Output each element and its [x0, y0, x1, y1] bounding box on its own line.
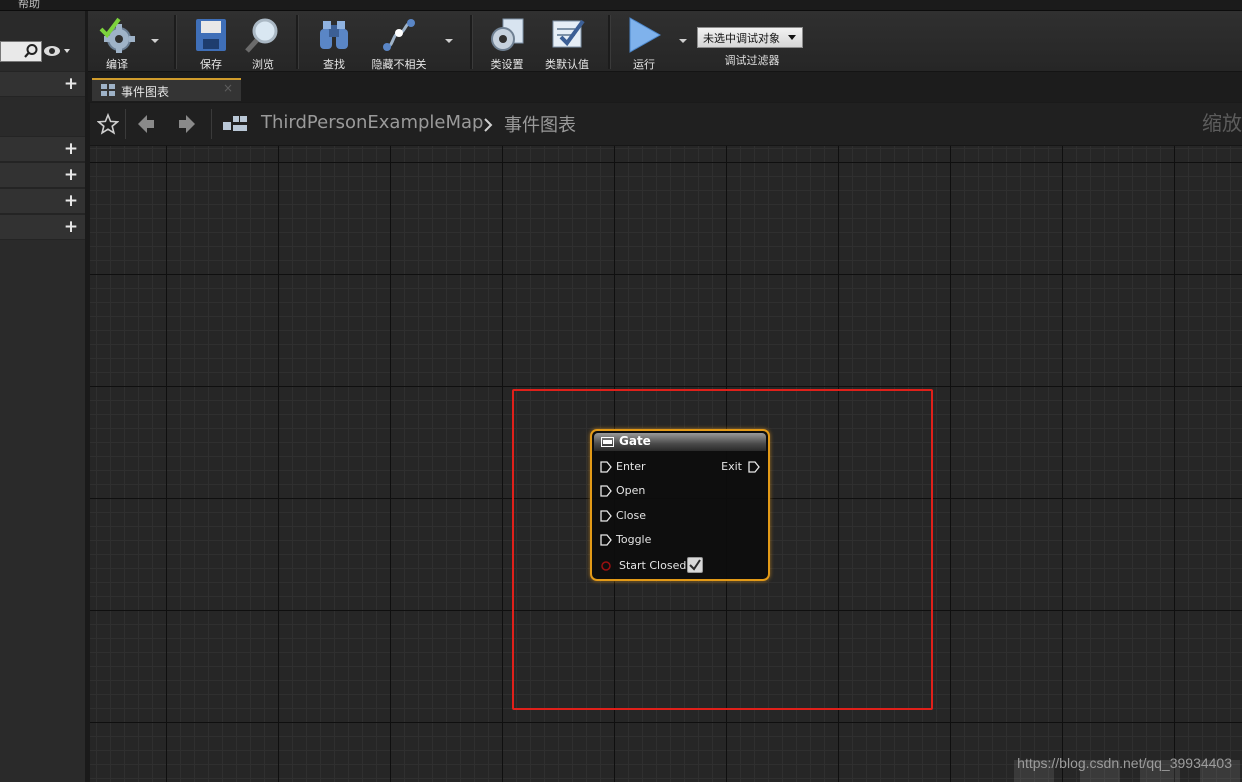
- add-icon[interactable]: +: [63, 167, 79, 184]
- toolbar-separator: [470, 15, 473, 69]
- my-blueprint-panel: + + + + +: [0, 11, 88, 782]
- document-tab-strip: 事件图表 ×: [88, 72, 1242, 102]
- pin-label: Open: [616, 484, 646, 497]
- find-binoculars-icon: [320, 21, 348, 49]
- node-title: Gate: [619, 434, 651, 448]
- pin-label: Close: [616, 509, 646, 522]
- toolbar-separator: [174, 15, 177, 69]
- search-input[interactable]: [0, 41, 42, 62]
- save-disk-icon: [196, 19, 226, 51]
- chevron-down-icon[interactable]: [678, 37, 688, 45]
- event-graph-icon: [223, 116, 247, 131]
- debug-object-value: 未选中调试对象: [703, 32, 780, 45]
- menu-item-help[interactable]: 帮助: [18, 0, 40, 10]
- add-icon[interactable]: +: [63, 219, 79, 236]
- pin-row-start-closed: Start Closed: [592, 557, 768, 574]
- watermark-url: https://blog.csdn.net/qq_39934403: [1017, 755, 1232, 771]
- add-icon[interactable]: +: [63, 76, 79, 93]
- pin-row-enter: Enter Exit: [592, 459, 768, 475]
- section-row-dispatchers: +: [0, 214, 85, 240]
- toolbar-separator: [608, 15, 611, 69]
- run-button[interactable]: 运行: [620, 13, 668, 71]
- compile-gear-check-icon: [99, 17, 135, 53]
- back-arrow-icon[interactable]: [136, 113, 156, 135]
- pin-label: Toggle: [616, 533, 652, 546]
- exec-pin-icon[interactable]: [600, 485, 612, 497]
- close-icon[interactable]: ×: [223, 81, 233, 95]
- zoom-level-label: 缩放: [1202, 111, 1242, 135]
- breadcrumb-map[interactable]: ThirdPersonExampleMap: [261, 112, 483, 133]
- exec-pin-icon[interactable]: [600, 510, 612, 522]
- class-defaults-button[interactable]: 类默认值: [538, 13, 596, 71]
- start-closed-checkbox[interactable]: [687, 557, 703, 573]
- toolbar-separator: [296, 15, 299, 69]
- chevron-down-icon: [788, 35, 796, 40]
- section-row-macros: +: [0, 162, 85, 188]
- star-icon[interactable]: [97, 113, 119, 135]
- hide-unrelated-graph-icon: [383, 19, 415, 51]
- tab-label: 事件图表: [121, 85, 170, 99]
- exec-pin-icon[interactable]: [600, 461, 612, 473]
- graph-canvas[interactable]: Gate Enter Exit Open Close Toggle Start …: [90, 146, 1242, 782]
- node-header[interactable]: Gate: [594, 433, 766, 451]
- compile-button[interactable]: 编译: [92, 13, 142, 71]
- class-settings-gear-icon: [491, 18, 524, 51]
- forward-arrow-icon[interactable]: [177, 113, 197, 135]
- toolbar: 编译 保存 浏览 查找 隐藏不相关 类设置 类默认值 运行 未选中调试对象 调试…: [88, 11, 1242, 72]
- checkmark-icon: [689, 559, 701, 571]
- section-row-functions: +: [0, 136, 85, 162]
- chevron-down-icon[interactable]: [150, 37, 160, 45]
- section-row-graphs: +: [0, 71, 85, 97]
- separator: [211, 109, 212, 139]
- play-icon: [629, 17, 662, 53]
- save-button[interactable]: 保存: [187, 13, 235, 71]
- eye-visibility-icon[interactable]: [43, 44, 71, 58]
- find-button[interactable]: 查找: [310, 13, 358, 71]
- class-settings-button[interactable]: 类设置: [482, 13, 532, 71]
- pin-label: Exit: [721, 460, 742, 473]
- pin-label: Enter: [616, 460, 646, 473]
- tab-event-graph[interactable]: 事件图表 ×: [92, 78, 241, 101]
- separator: [125, 109, 126, 139]
- class-defaults-checklist-icon: [552, 19, 585, 48]
- pin-row-toggle: Toggle: [592, 532, 768, 548]
- debug-object-select[interactable]: 未选中调试对象: [697, 27, 803, 48]
- pin-label: Start Closed: [619, 559, 687, 572]
- search-icon: [24, 44, 38, 58]
- hide-unrelated-button[interactable]: 隐藏不相关: [364, 13, 434, 71]
- graph-breadcrumb-bar: ThirdPersonExampleMap 事件图表 缩放: [90, 103, 1242, 146]
- section-row-variables: +: [0, 188, 85, 214]
- event-graph-icon: [101, 84, 115, 96]
- macro-node-icon: [601, 437, 614, 447]
- debug-filter-label: 调试过滤器: [724, 54, 780, 67]
- browse-button[interactable]: 浏览: [239, 13, 287, 71]
- pin-row-close: Close: [592, 508, 768, 524]
- add-icon[interactable]: +: [63, 141, 79, 158]
- add-icon[interactable]: +: [63, 193, 79, 210]
- exec-pin-icon[interactable]: [600, 534, 612, 546]
- browse-magnifier-icon: [245, 18, 278, 53]
- breadcrumb-event-graph: 事件图表: [504, 115, 576, 136]
- chevron-down-icon[interactable]: [444, 37, 454, 45]
- pin-row-open: Open: [592, 483, 768, 499]
- bool-pin-icon[interactable]: [601, 561, 611, 571]
- chevron-right-icon: [484, 118, 493, 132]
- gate-node[interactable]: Gate Enter Exit Open Close Toggle Start …: [590, 429, 770, 581]
- menu-bar: 帮助: [0, 0, 1242, 11]
- exec-pin-icon[interactable]: [748, 461, 760, 473]
